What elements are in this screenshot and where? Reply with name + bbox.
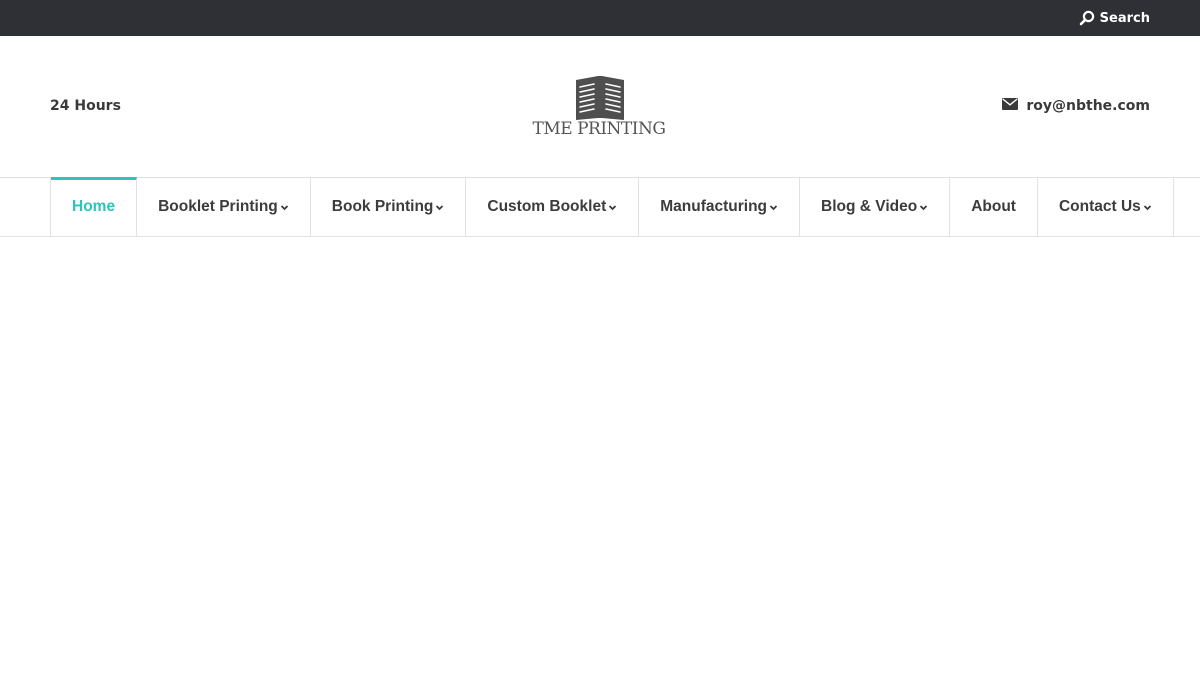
envelope-icon — [1002, 98, 1019, 114]
chevron-down-icon — [919, 203, 928, 212]
chevron-down-icon — [280, 203, 289, 212]
nav-menu: Home Booklet Printing Book Printing Custom … — [50, 177, 1174, 237]
search-button[interactable]: Search — [1079, 0, 1150, 36]
nav-item-label: Blog & Video — [821, 198, 918, 215]
search-label: Search — [1099, 10, 1150, 26]
nav-item-label: Manufacturing — [660, 198, 768, 215]
nav-item-book-printing[interactable]: Book Printing — [311, 177, 467, 237]
chevron-down-icon — [769, 203, 778, 212]
nav-item-custom-booklet[interactable]: Custom Booklet — [466, 177, 640, 237]
chevron-down-icon — [1143, 203, 1152, 212]
nav-item-label: Contact Us — [1058, 198, 1141, 215]
search-icon — [1079, 10, 1095, 26]
logo-text: TME PRINTING — [532, 119, 666, 139]
nav-item-about[interactable]: About — [950, 177, 1038, 237]
nav-item-label: About — [971, 198, 1016, 215]
nav-item-label: Book Printing — [331, 198, 434, 215]
main-navigation: Home Booklet Printing Book Printing Custom … — [0, 177, 1200, 237]
nav-item-home[interactable]: Home — [51, 177, 138, 237]
nav-item-booklet-printing[interactable]: Booklet Printing — [137, 177, 311, 237]
email-contact[interactable]: roy@nbthe.com — [1002, 98, 1150, 114]
nav-item-manufacturing[interactable]: Manufacturing — [639, 177, 801, 237]
site-header: 24 Hours TME PRINTING roy@nbthe.com — [0, 36, 1200, 177]
chevron-down-icon — [608, 203, 617, 212]
nav-item-label: Booklet Printing — [158, 198, 278, 215]
nav-item-label: Home — [72, 198, 116, 215]
top-bar: Search — [0, 0, 1200, 36]
email-address: roy@nbthe.com — [1026, 98, 1150, 114]
site-logo[interactable]: TME PRINTING — [530, 74, 670, 144]
nav-item-label: Custom Booklet — [487, 198, 607, 215]
chevron-down-icon — [435, 203, 444, 212]
hours-text: 24 Hours — [50, 98, 121, 114]
nav-item-blog-video[interactable]: Blog & Video — [800, 177, 951, 237]
nav-item-contact-us[interactable]: Contact Us — [1038, 177, 1174, 237]
